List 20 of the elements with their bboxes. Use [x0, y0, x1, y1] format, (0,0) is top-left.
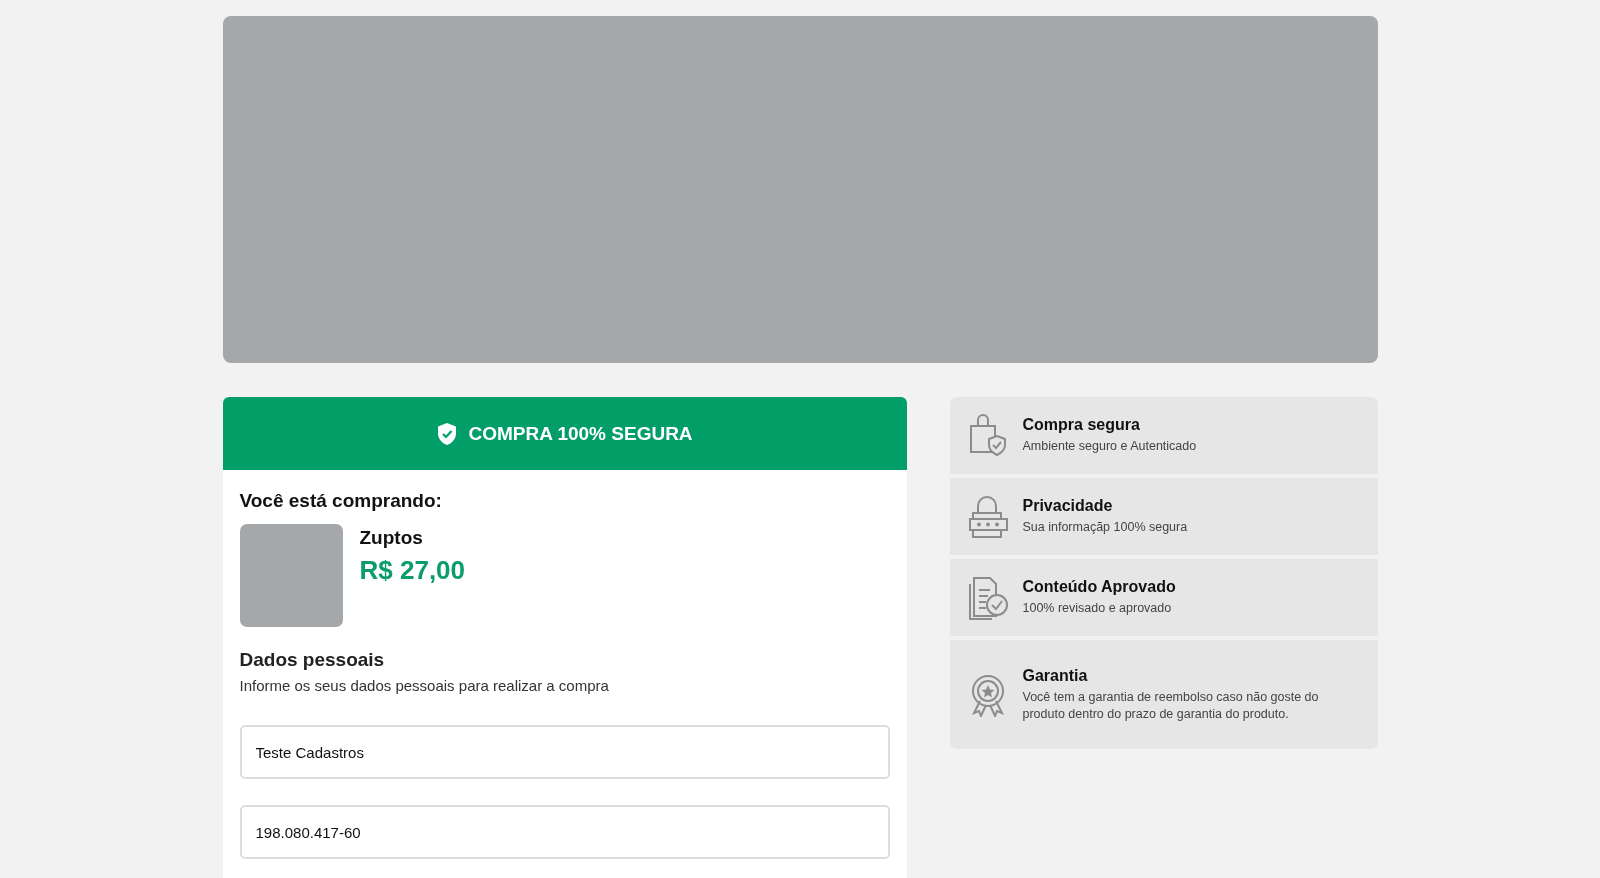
input-field[interactable]: 198.080.417-60 — [239, 805, 890, 859]
bag-shield-icon — [967, 413, 1008, 458]
feature-description: Você tem a garantia de reembolso caso não goste do produto dentro do prazo de garantia do produto. — [1022, 688, 1320, 723]
feature-description: Ambiente seguro e Autenticado — [1022, 438, 1197, 455]
feature-title: Conteúdo Aprovado — [1022, 578, 1176, 596]
shield-check-icon — [436, 421, 459, 446]
feature-description: 100% revisado e aprovado — [1022, 600, 1173, 617]
padlock-password-icon — [967, 494, 1008, 539]
purchase-heading: Você está comprando: — [239, 490, 443, 512]
document-check-icon — [967, 575, 1008, 620]
feature-title: Privacidade — [1022, 497, 1114, 515]
input-field[interactable]: Teste Cadastros — [239, 725, 890, 779]
section-title: Dados pessoais — [239, 649, 386, 671]
product-price: R$ 27,00 — [359, 555, 466, 586]
section-subtitle: Informe os seus dados pessoais para realizar a compra — [239, 677, 610, 694]
feature-description: Sua informaçãp 100% segura — [1022, 519, 1188, 536]
feature-title: Garantia — [1022, 666, 1089, 685]
secure-purchase-label: COMPRA 100% SEGURA — [468, 422, 693, 445]
feature-title: Compra segura — [1022, 416, 1141, 434]
product-name: Zuptos — [359, 527, 424, 549]
